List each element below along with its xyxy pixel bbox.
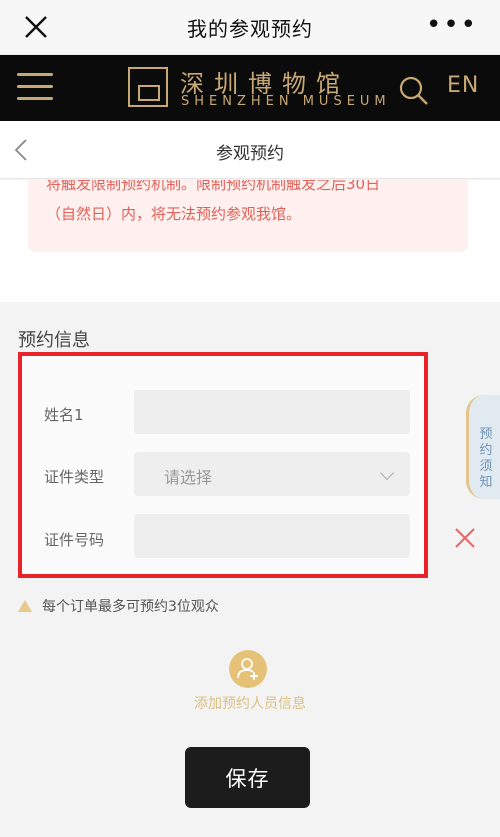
notice-text-line1: 将触发限制预约机制。限制预约机制触发之后30日: [46, 180, 381, 193]
menu-icon[interactable]: [17, 73, 53, 103]
id-type-select[interactable]: 请选择: [134, 452, 410, 496]
visitor-form: 姓名1 证件类型 请选择 证件号码: [18, 352, 428, 578]
warning-icon: [18, 600, 32, 612]
delete-icon[interactable]: [454, 527, 476, 549]
booking-notice-tab[interactable]: 预约须知: [466, 395, 500, 499]
id-number-label: 证件号码: [44, 531, 105, 549]
notice-text-line2: （自然日）内，将无法预约参观我馆。: [46, 205, 302, 223]
id-number-input[interactable]: [134, 514, 410, 558]
name-input[interactable]: [134, 390, 410, 434]
notice-box: 将触发限制预约机制。限制预约机制触发之后30日 （自然日）内，将无法预约参观我馆…: [28, 180, 468, 252]
warning-text: 每个订单最多可预约3位观众: [42, 599, 219, 615]
museum-name-en: SHENZHEN MUSEUM: [181, 94, 391, 109]
museum-logo-icon: [128, 67, 168, 107]
id-type-value: 请选择: [164, 468, 213, 487]
museum-header: 深圳博物馆 SHENZHEN MUSEUM EN: [0, 55, 500, 121]
section-title: 预约信息: [18, 330, 90, 351]
order-limit-warning: 每个订单最多可预约3位观众: [18, 596, 219, 616]
booking-notice-label: 预约须知: [479, 427, 493, 490]
wechat-title-bar: 我的参观预约 •••: [0, 0, 500, 55]
more-icon[interactable]: •••: [426, 12, 478, 38]
search-icon[interactable]: [398, 75, 430, 107]
page-title: 参观预约: [216, 144, 284, 164]
language-switch[interactable]: EN: [447, 73, 479, 98]
id-type-label: 证件类型: [44, 468, 105, 486]
chevron-down-icon: [379, 465, 395, 481]
name-label: 姓名1: [44, 406, 84, 424]
add-person-button[interactable]: 添加预约人员信息: [0, 693, 500, 713]
add-person-icon[interactable]: [229, 650, 267, 688]
save-button[interactable]: 保存: [185, 747, 310, 808]
sub-header: 参观预约: [0, 121, 500, 179]
